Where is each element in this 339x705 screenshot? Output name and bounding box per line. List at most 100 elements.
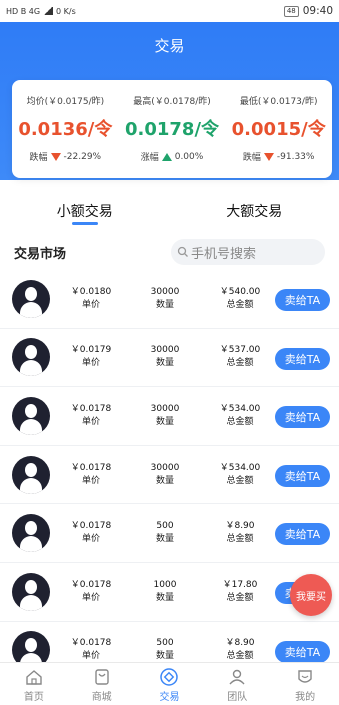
total-cell: ￥534.00 总金额 <box>205 462 275 488</box>
market-bar: 交易市场 手机号搜索 <box>0 236 339 268</box>
bottom-nav: 首页 商城 交易 团队 我的 <box>0 662 339 705</box>
total-label: 总金额 <box>226 299 254 310</box>
signal-area: HD B 4G 0 K/s <box>6 7 76 16</box>
network-indicator: HD B 4G <box>6 6 41 16</box>
avatar <box>12 455 50 494</box>
app-screen: HD B 4G 0 K/s 48 09:40 交易 均价(￥0.0175/昨) … <box>0 0 339 705</box>
tab-large-trade[interactable]: 大额交易 <box>170 193 339 229</box>
trade-icon <box>136 666 204 688</box>
status-right: 48 09:40 <box>283 5 333 17</box>
nav-item-team[interactable]: 团队 <box>203 663 271 705</box>
qty-label: 数量 <box>155 651 174 662</box>
total-label: 总金额 <box>226 416 254 427</box>
total-value: ￥17.80 <box>222 579 258 590</box>
total-cell: ￥17.80 总金额 <box>205 579 275 605</box>
price-value: ￥0.0178 <box>70 638 112 649</box>
clock: 09:40 <box>302 5 333 17</box>
market-title: 交易市场 <box>14 246 67 262</box>
avatar <box>12 338 50 377</box>
price-cell: ￥0.0178 单价 <box>60 520 122 546</box>
avatar <box>12 631 50 662</box>
table-row: ￥0.0178 单价 500 数量 ￥8.90 总金额 卖给TA <box>0 504 339 563</box>
total-label: 总金额 <box>226 475 254 486</box>
status-bar: HD B 4G 0 K/s 48 09:40 <box>0 0 339 22</box>
price-cell: ￥0.0178 单价 <box>60 637 122 662</box>
change-label: 跌幅 <box>29 153 48 163</box>
qty-value: 500 <box>156 521 174 532</box>
stat-change: 跌幅 -91.33% <box>225 150 332 164</box>
up-arrow-icon <box>161 152 172 161</box>
qty-cell: 500 数量 <box>137 520 193 546</box>
qty-cell: 30000 数量 <box>137 462 193 488</box>
total-value: ￥534.00 <box>219 403 261 414</box>
qty-label: 数量 <box>155 416 174 427</box>
sell-button[interactable]: 卖给TA <box>275 640 330 662</box>
home-icon <box>0 666 68 688</box>
page-title: 交易 <box>154 37 185 55</box>
stat-price: 0.0136/令 <box>18 119 113 140</box>
price-value: ￥0.0178 <box>70 403 112 414</box>
qty-value: 1000 <box>153 579 177 590</box>
total-value: ￥540.00 <box>219 286 261 297</box>
tab-small-trade[interactable]: 小额交易 <box>0 193 170 229</box>
avatar <box>12 279 50 318</box>
table-row: ￥0.0178 单价 500 数量 ￥8.90 总金额 卖给TA <box>0 622 339 662</box>
total-cell: ￥8.90 总金额 <box>205 637 275 662</box>
qty-value: 30000 <box>150 286 180 297</box>
qty-label: 数量 <box>155 475 174 486</box>
price-label: 单价 <box>81 299 100 310</box>
stat-label: 均价(￥0.0175/昨) <box>26 97 105 107</box>
table-row: ￥0.0178单价1000数量￥17.80总金额卖给TA <box>0 563 339 622</box>
avatar <box>12 572 50 611</box>
change-value: 0.00% <box>174 151 204 162</box>
buy-float-button[interactable]: 我要买 <box>290 574 332 616</box>
stat-change: 跌幅 -22.29% <box>12 150 119 164</box>
trade-tabs: 小额交易 大额交易 <box>0 193 339 229</box>
price-summary-card: 均价(￥0.0175/昨) 0.0136/令 跌幅 -22.29% 最高(￥0.… <box>12 80 332 178</box>
stat-label: 最低(￥0.0173/昨) <box>239 97 318 107</box>
qty-label: 数量 <box>155 534 174 545</box>
sell-button[interactable]: 卖给TA <box>275 347 330 370</box>
nav-item-home[interactable]: 首页 <box>0 663 68 705</box>
nav-label: 团队 <box>227 692 248 703</box>
search-input[interactable]: 手机号搜索 <box>171 239 325 265</box>
down-arrow-icon <box>50 152 61 161</box>
qty-label: 数量 <box>155 358 174 369</box>
total-cell: ￥537.00 总金额 <box>205 344 275 370</box>
sell-button[interactable]: 卖给TA <box>275 523 330 546</box>
stat-price: 0.0178/令 <box>124 119 220 140</box>
table-row: ￥0.0179 单价 30000 数量 ￥537.00 总金额 卖给TA <box>0 329 339 388</box>
qty-cell: 1000 数量 <box>137 579 193 605</box>
table-row: ￥0.0178 单价 30000 数量 ￥534.00 总金额 卖给TA <box>0 446 339 505</box>
qty-value: 30000 <box>150 345 180 356</box>
stat-price: 0.0015/令 <box>231 119 326 140</box>
price-cell: ￥0.0178 单价 <box>60 403 122 429</box>
total-cell: ￥540.00 总金额 <box>205 286 275 312</box>
qty-label: 数量 <box>155 299 174 310</box>
price-cell: ￥0.0179 单价 <box>60 344 122 370</box>
sell-button[interactable]: 卖给TA <box>275 464 330 487</box>
nav-label: 交易 <box>159 692 180 703</box>
stat-change: 涨幅 0.00% <box>119 150 226 164</box>
nav-label: 我的 <box>295 692 316 703</box>
price-label: 单价 <box>81 358 100 369</box>
stat-label: 最高(￥0.0178/昨) <box>133 97 211 107</box>
total-label: 总金额 <box>226 358 254 369</box>
change-value: -91.33% <box>276 151 315 162</box>
total-value: ￥537.00 <box>219 345 261 356</box>
down-arrow-icon <box>263 152 274 161</box>
sell-button[interactable]: 卖给TA <box>275 289 330 311</box>
nav-item-profile[interactable]: 我的 <box>271 663 339 705</box>
total-value: ￥8.90 <box>225 638 255 649</box>
table-row: ￥0.0180 单价 30000 数量 ￥540.00 总金额 卖给TA <box>0 270 339 329</box>
total-cell: ￥8.90 总金额 <box>205 520 275 546</box>
nav-item-shop[interactable]: 商城 <box>68 663 136 705</box>
price-label: 单价 <box>81 651 100 662</box>
total-label: 总金额 <box>226 651 254 662</box>
nav-item-trade[interactable]: 交易 <box>136 663 204 705</box>
sell-button[interactable]: 卖给TA <box>275 406 330 429</box>
qty-value: 500 <box>156 638 174 649</box>
qty-cell: 30000 数量 <box>137 344 193 370</box>
table-row: ￥0.0178 单价 30000 数量 ￥534.00 总金额 卖给TA <box>0 387 339 446</box>
price-label: 单价 <box>81 416 100 427</box>
